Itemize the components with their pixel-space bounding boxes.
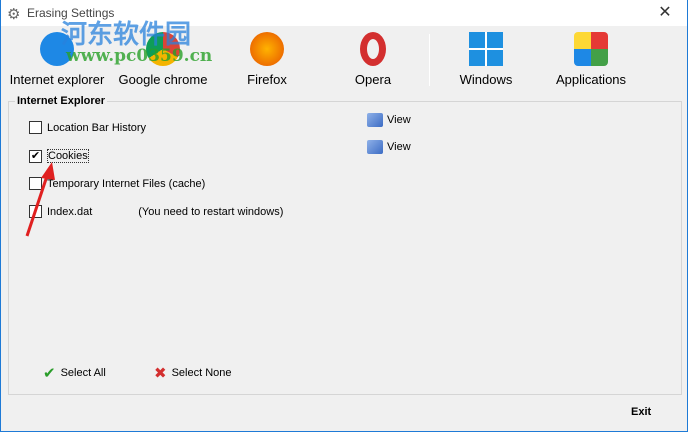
select-all-label: Select All [60, 367, 106, 379]
view-location-bar-button[interactable]: View [367, 113, 411, 127]
option-label: Location Bar History [47, 121, 147, 134]
option-location-bar-history[interactable]: Location Bar History [29, 121, 146, 134]
windows-icon [469, 32, 503, 66]
toolbar-separator [429, 34, 430, 86]
tool-label: Internet explorer [9, 72, 105, 87]
view-label: View [387, 141, 411, 153]
close-button[interactable]: ✕ [643, 0, 687, 26]
gear-icon: ⚙ [7, 6, 21, 23]
checkbox[interactable] [29, 121, 42, 134]
tool-opera[interactable]: Opera [343, 32, 403, 87]
checkmark-icon: ✔ [43, 365, 56, 382]
tool-label: Applications [555, 72, 627, 87]
select-none-label: Select None [171, 367, 232, 379]
cross-icon: ✖ [154, 365, 167, 382]
view-icon [367, 140, 383, 154]
tool-applications[interactable]: Applications [551, 32, 631, 87]
select-all-button[interactable]: ✔ Select All [43, 364, 106, 382]
restart-note: (You need to restart windows) [138, 205, 284, 218]
tool-windows[interactable]: Windows [451, 32, 521, 87]
opera-icon [360, 32, 386, 66]
select-none-button[interactable]: ✖ Select None [154, 364, 232, 382]
group-title: Internet Explorer [15, 95, 108, 107]
tool-label: Google chrome [118, 72, 208, 87]
red-arrow-annotation [25, 162, 55, 237]
watermark-url: www.pc0359.cn [66, 46, 213, 66]
option-index-dat[interactable]: Index.dat (You need to restart windows) [29, 205, 283, 218]
tool-firefox[interactable]: Firefox [237, 32, 297, 87]
applications-icon [574, 32, 608, 66]
view-cookies-button[interactable]: View [367, 140, 411, 154]
tool-label: Opera [354, 72, 392, 87]
tool-label: Firefox [247, 72, 287, 87]
tool-label: Windows [459, 72, 513, 87]
option-label: Temporary Internet Files (cache) [47, 177, 206, 190]
internet-explorer-group [8, 101, 682, 395]
view-icon [367, 113, 383, 127]
exit-button[interactable]: Exit [631, 406, 651, 418]
firefox-icon [250, 32, 284, 66]
view-label: View [387, 114, 411, 126]
